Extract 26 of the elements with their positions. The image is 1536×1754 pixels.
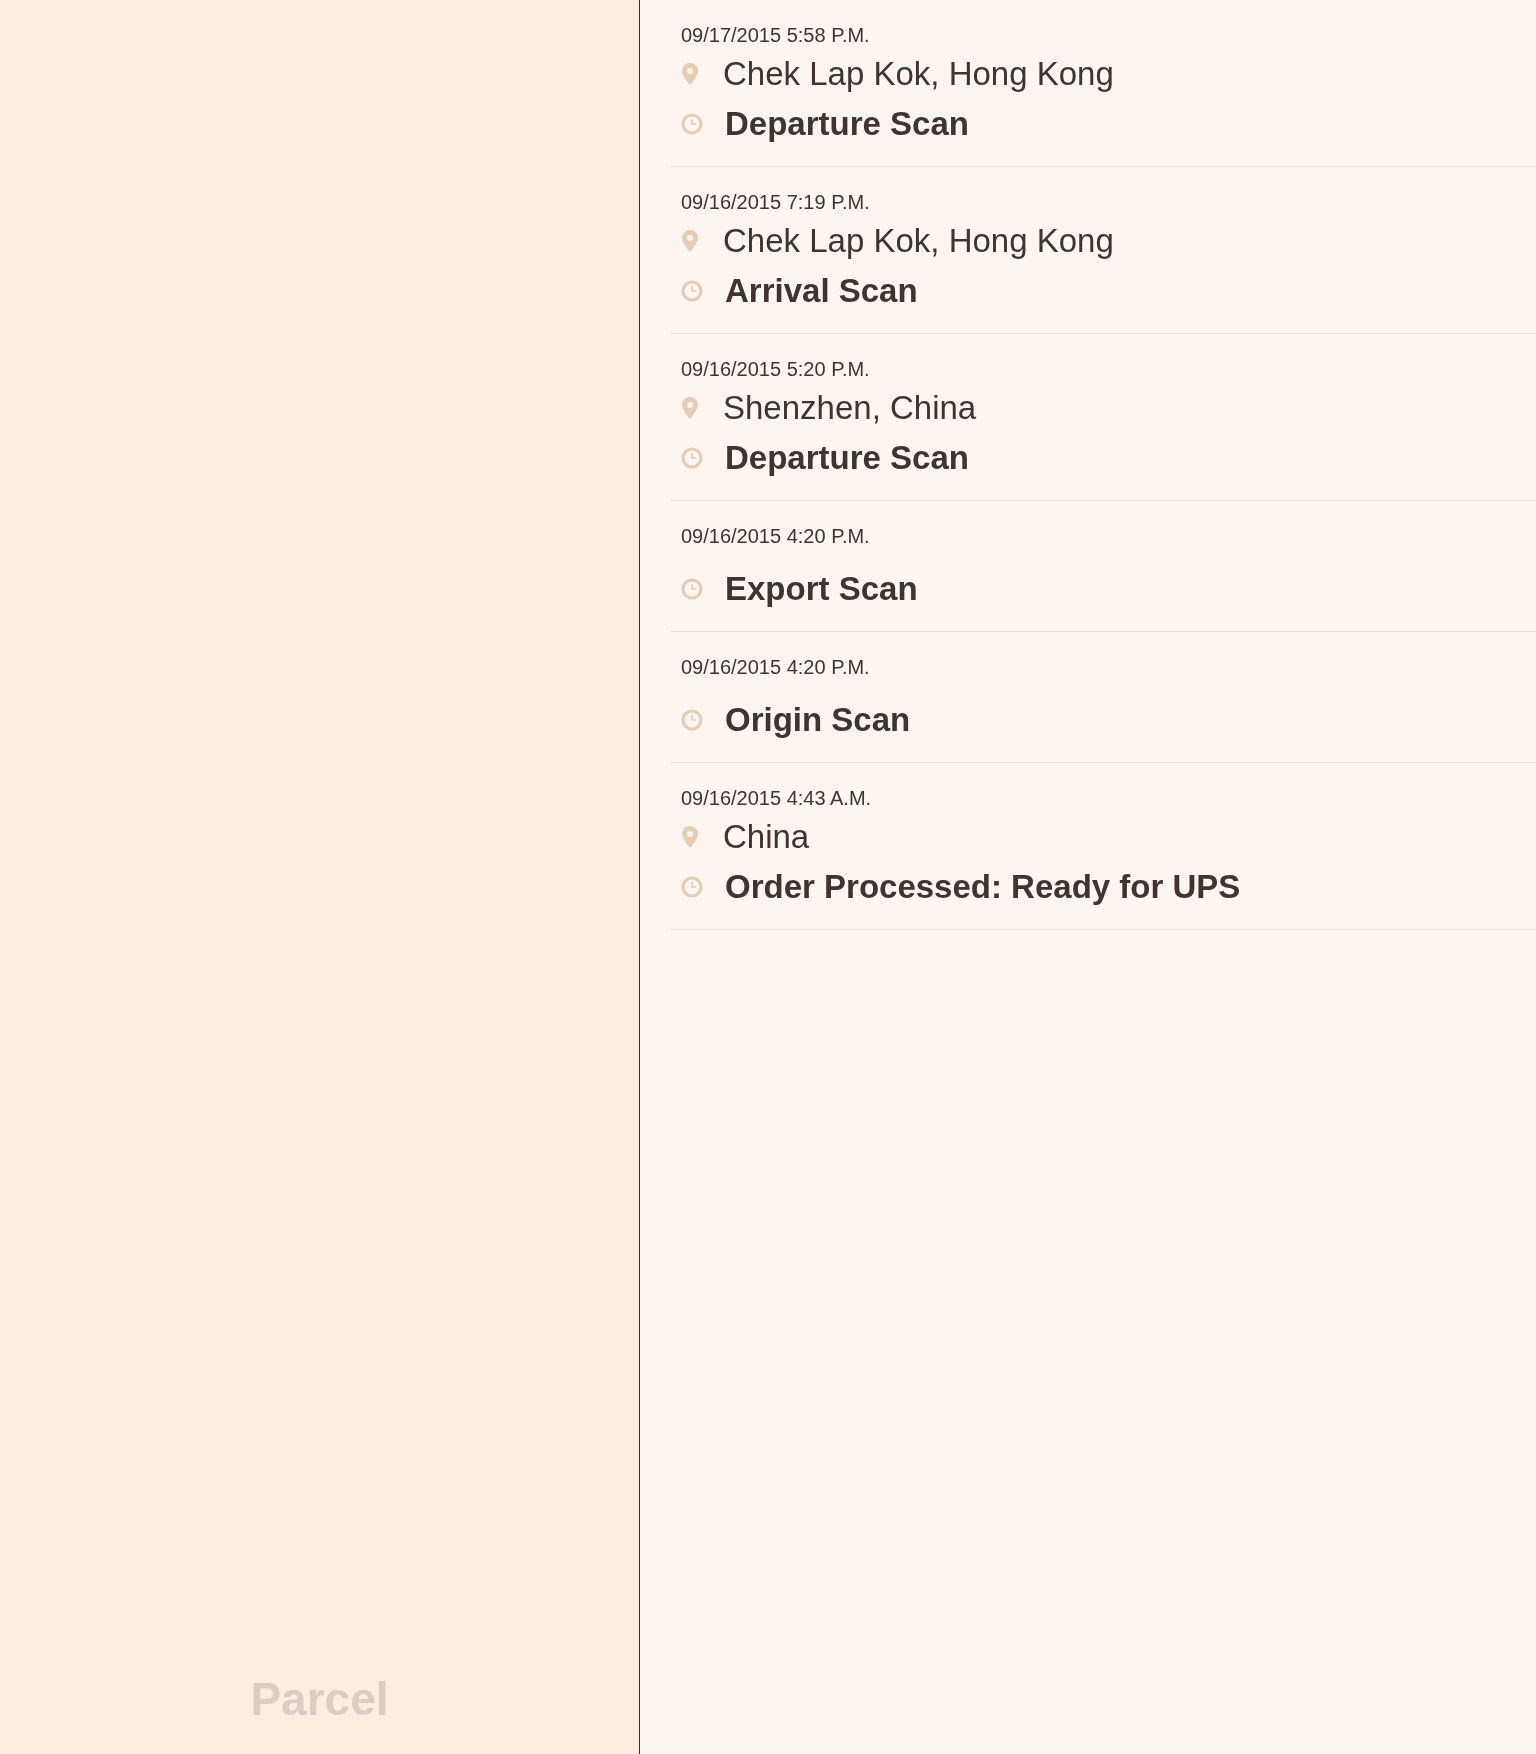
- event-time: 09/17/2015 5:58 P.M.: [681, 23, 871, 48]
- clock-icon: [681, 447, 703, 469]
- clock-icon: [681, 113, 703, 135]
- clock-icon: [681, 578, 703, 600]
- clock-icon: [681, 280, 703, 302]
- event-status: Departure Scan: [725, 438, 969, 479]
- pin-icon: [681, 396, 699, 420]
- clock-icon: [681, 876, 703, 898]
- event-status: Order Processed: Ready for UPS: [725, 867, 1241, 908]
- event-status: Export Scan: [725, 569, 918, 610]
- pin-icon: [681, 62, 699, 86]
- event-time: 09/16/2015 7:19 P.M.: [681, 190, 871, 215]
- pin-icon: [681, 825, 699, 849]
- event-status: Departure Scan: [725, 104, 969, 145]
- event-location: China: [723, 817, 810, 858]
- event-time: 09/16/2015 4:43 A.M.: [681, 786, 873, 811]
- pin-icon: [681, 229, 699, 253]
- clock-icon: [681, 709, 703, 731]
- event-time: 09/16/2015 5:20 P.M.: [681, 357, 871, 382]
- event-status: Arrival Scan: [725, 271, 918, 312]
- event-location: Chek Lap Kok, Hong Kong: [723, 221, 1114, 262]
- event-status: Origin Scan: [725, 700, 911, 741]
- event-time: 09/16/2015 4:20 P.M.: [681, 524, 871, 549]
- event-location: Chek Lap Kok, Hong Kong: [723, 54, 1114, 95]
- event-time: 09/16/2015 4:20 P.M.: [681, 655, 871, 680]
- event-location: Shenzhen, China: [723, 388, 977, 429]
